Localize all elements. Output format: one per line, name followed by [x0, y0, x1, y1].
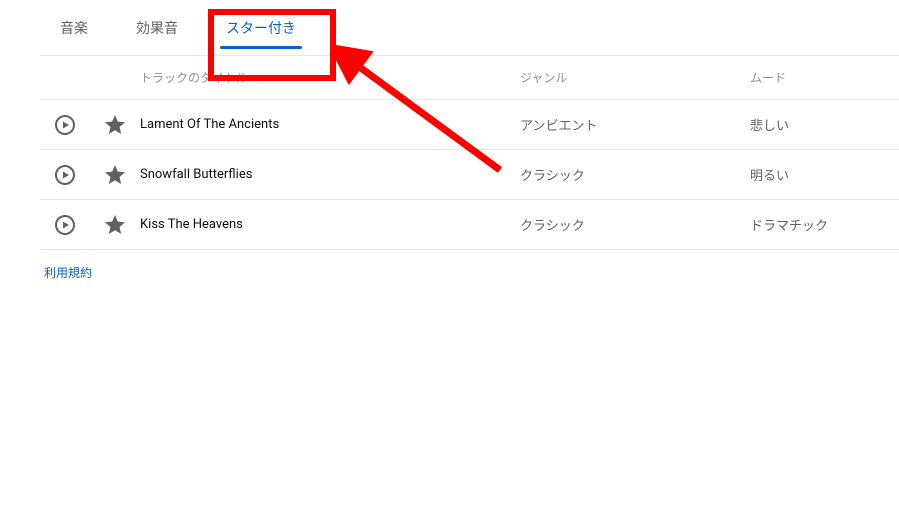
track-title: Kiss The Heavens	[140, 217, 520, 232]
play-icon[interactable]	[40, 213, 90, 237]
table-row: Snowfall Butterflies クラシック 明るい	[40, 150, 899, 200]
table-row: Lament Of The Ancients アンビエント 悲しい	[40, 100, 899, 150]
table-row: Kiss The Heavens クラシック ドラマチック	[40, 200, 899, 250]
play-icon[interactable]	[40, 113, 90, 137]
header-mood: ムード	[750, 69, 899, 86]
track-mood: ドラマチック	[750, 215, 899, 234]
tab-sfx[interactable]: 効果音	[128, 0, 186, 55]
play-icon[interactable]	[40, 163, 90, 187]
tab-music[interactable]: 音楽	[52, 0, 96, 55]
star-icon[interactable]	[90, 113, 140, 137]
track-genre: クラシック	[520, 165, 750, 184]
track-genre: アンビエント	[520, 115, 750, 134]
tabs-bar: 音楽 効果音 スター付き	[40, 0, 899, 56]
star-icon[interactable]	[90, 213, 140, 237]
table-header: トラックのタイトル ジャンル ムード	[40, 56, 899, 100]
track-mood: 悲しい	[750, 115, 899, 134]
tab-starred[interactable]: スター付き	[218, 0, 304, 55]
track-genre: クラシック	[520, 215, 750, 234]
star-icon[interactable]	[90, 163, 140, 187]
track-title: Snowfall Butterflies	[140, 167, 520, 182]
track-mood: 明るい	[750, 165, 899, 184]
terms-link[interactable]: 利用規約	[40, 250, 92, 281]
header-title: トラックのタイトル	[140, 69, 520, 86]
track-title: Lament Of The Ancients	[140, 117, 520, 132]
header-genre: ジャンル	[520, 69, 750, 86]
